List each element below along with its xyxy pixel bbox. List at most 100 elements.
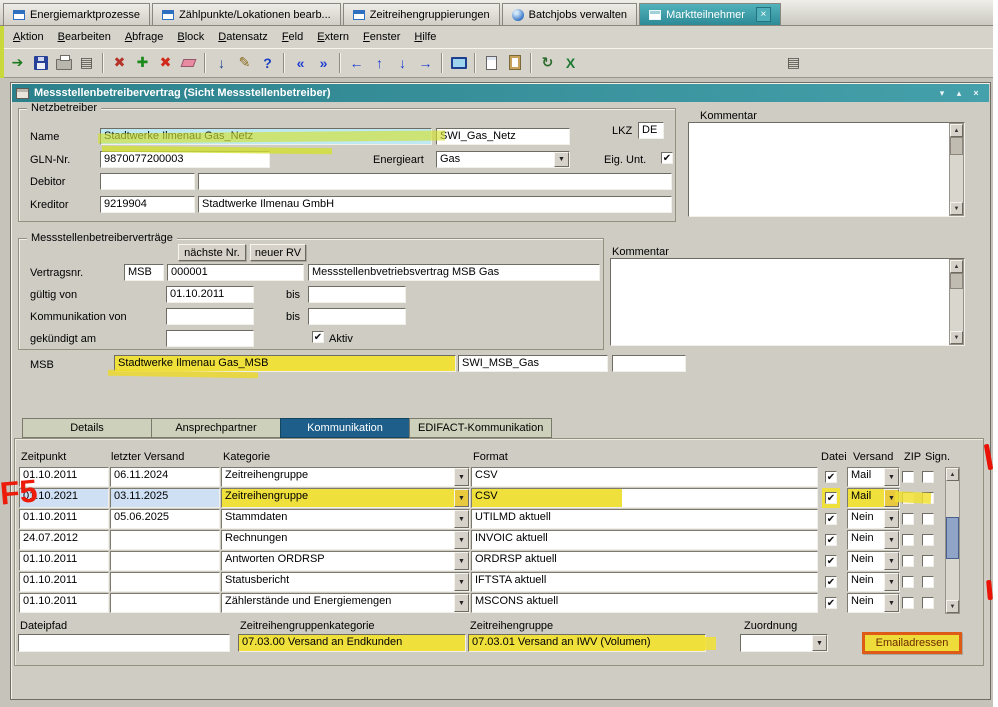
vertrags-bezeichnung-input[interactable]: Messstellenbvetriebsvertrag MSB Gas	[308, 264, 600, 281]
zip-checkbox[interactable]	[902, 597, 914, 609]
grid-cell-kategorie-dropdown[interactable]: Statusbericht▼	[221, 572, 470, 592]
zip-checkbox[interactable]	[902, 471, 914, 483]
grid-cell-format[interactable]: INVOIC aktuell	[471, 530, 818, 550]
grid-cell-kategorie-dropdown[interactable]: Antworten ORDRSP▼	[221, 551, 470, 571]
tab-edifact-kommunikation[interactable]: EDIFACT-Kommunikation	[409, 418, 552, 438]
grid-cell-letzter-versand[interactable]	[110, 530, 220, 550]
lkz-input[interactable]: DE	[638, 122, 664, 139]
grid-cell-kategorie-dropdown[interactable]: Stammdaten▼	[221, 509, 470, 529]
grid-cell-versand-dropdown[interactable]: Mail▼	[847, 467, 900, 487]
scroll-thumb[interactable]	[946, 517, 959, 559]
menu-item-datensatz[interactable]: Datensatz	[211, 29, 275, 45]
grid-cell-letzter-versand[interactable]	[110, 551, 220, 571]
chevron-down-icon[interactable]: ▼	[454, 573, 469, 591]
refresh-icon[interactable]: ↻	[536, 52, 559, 74]
emailadressen-button[interactable]: Emailadressen	[862, 632, 962, 654]
sign-checkbox[interactable]	[922, 576, 934, 588]
grid-cell-versand-dropdown[interactable]: Nein▼	[847, 551, 900, 571]
grid-cell-format[interactable]: UTILMD aktuell	[471, 509, 818, 529]
menu-item-extern[interactable]: Extern	[310, 29, 356, 45]
menu-item-abfrage[interactable]: Abfrage	[118, 29, 171, 45]
scroll-down-icon[interactable]: ▼	[950, 331, 963, 344]
grid-cell-format[interactable]: ORDRSP aktuell	[471, 551, 818, 571]
datei-checkbox[interactable]: ✔	[825, 576, 837, 588]
tab-ansprechpartner[interactable]: Ansprechpartner	[151, 418, 280, 438]
datei-checkbox[interactable]: ✔	[825, 597, 837, 609]
energieart-dropdown[interactable]: Gas ▼	[436, 151, 570, 168]
clear-record-icon[interactable]	[177, 52, 200, 74]
msb-name-input[interactable]: Stadtwerke Ilmenau Gas_MSB	[114, 355, 456, 372]
chevron-down-icon[interactable]: ▼	[884, 531, 899, 549]
edit-icon[interactable]: ✎	[233, 52, 256, 74]
scroll-track[interactable]	[946, 481, 959, 600]
grid-cell-kategorie-dropdown[interactable]: Zeitreihengruppe▼	[221, 488, 470, 508]
delete-record-icon[interactable]: ✖	[154, 52, 177, 74]
next-record-icon[interactable]: →	[414, 52, 437, 74]
excel-icon[interactable]: X	[559, 52, 582, 74]
chevron-down-icon[interactable]: ▼	[454, 552, 469, 570]
window-titlebar[interactable]: Messstellenbetreibervertrag (Sicht Messs…	[12, 84, 989, 102]
scroll-down-icon[interactable]: ▼	[950, 202, 963, 215]
scroll-track[interactable]	[950, 273, 963, 331]
grid-cell-letzter-versand[interactable]: 05.06.2025	[110, 509, 220, 529]
grid-cell-letzter-versand[interactable]	[110, 593, 220, 613]
sign-checkbox[interactable]	[922, 597, 934, 609]
report-icon[interactable]: ▤	[75, 52, 98, 74]
mdi-tab-energiemarktprozesse[interactable]: Energiemarktprozesse	[3, 3, 150, 25]
grid-cell-kategorie-dropdown[interactable]: Zeitreihengruppe▼	[221, 467, 470, 487]
scroll-track[interactable]	[950, 137, 963, 202]
clipboard-icon[interactable]	[503, 52, 526, 74]
grid-cell-zeitpunkt[interactable]: 01.10.2011	[19, 509, 109, 529]
window-close-icon[interactable]: ×	[969, 87, 983, 99]
dateipfad-input[interactable]	[18, 634, 230, 652]
datei-checkbox[interactable]: ✔	[825, 471, 837, 483]
gueltig-bis-input[interactable]	[308, 286, 406, 303]
netzbetreiber-kommentar-textarea[interactable]: ▲ ▼	[688, 122, 965, 217]
chevron-down-icon[interactable]: ▼	[884, 552, 899, 570]
grid-scrollbar[interactable]: ▲ ▼	[945, 467, 960, 614]
gekuendigt-am-input[interactable]	[166, 330, 254, 347]
zip-checkbox[interactable]	[902, 555, 914, 567]
grid-cell-versand-dropdown[interactable]: Mail▼	[847, 488, 900, 508]
netzbetreiber-code-input[interactable]: SWI_Gas_Netz	[436, 128, 570, 145]
zip-checkbox[interactable]	[902, 513, 914, 525]
up-record-icon[interactable]: ↑	[368, 52, 391, 74]
sign-checkbox[interactable]	[922, 471, 934, 483]
debitor-nr-input[interactable]	[100, 173, 195, 190]
grid-cell-format[interactable]: CSV	[471, 488, 818, 508]
scroll-thumb[interactable]	[950, 137, 963, 155]
zip-checkbox[interactable]	[902, 492, 914, 504]
mdi-tab-zeitreihengruppierungen[interactable]: Zeitreihengruppierungen	[343, 3, 500, 25]
grid-cell-versand-dropdown[interactable]: Nein▼	[847, 530, 900, 550]
grid-cell-format[interactable]: IFTSTA aktuell	[471, 572, 818, 592]
grid-cell-versand-dropdown[interactable]: Nein▼	[847, 509, 900, 529]
tab-details[interactable]: Details	[22, 418, 151, 438]
scroll-up-icon[interactable]: ▲	[950, 124, 963, 137]
grid-cell-letzter-versand[interactable]	[110, 572, 220, 592]
document-icon[interactable]	[480, 52, 503, 74]
mdi-tab-marktteilnehmer[interactable]: Marktteilnehmer×	[639, 3, 781, 25]
zuordnung-dropdown[interactable]: ▼	[740, 634, 828, 652]
monitor-icon[interactable]	[447, 52, 470, 74]
grid-cell-zeitpunkt[interactable]: 01.10.2011	[19, 572, 109, 592]
grid-cell-versand-dropdown[interactable]: Nein▼	[847, 593, 900, 613]
datei-checkbox[interactable]: ✔	[825, 555, 837, 567]
scroll-thumb[interactable]	[950, 273, 963, 289]
list-icon[interactable]: ▤	[782, 52, 805, 74]
tab-kommunikation[interactable]: Kommunikation	[280, 418, 409, 438]
chevron-down-icon[interactable]: ▼	[884, 510, 899, 528]
grid-cell-format[interactable]: CSV	[471, 467, 818, 487]
tab-close-icon[interactable]: ×	[756, 7, 771, 22]
menu-item-fenster[interactable]: Fenster	[356, 29, 407, 45]
zip-checkbox[interactable]	[902, 576, 914, 588]
window-minimize-icon[interactable]: ▾	[935, 87, 949, 99]
netzbetreiber-name-input[interactable]: Stadtwerke Ilmenau Gas_Netz	[100, 128, 432, 145]
save-icon[interactable]	[29, 52, 52, 74]
scroll-up-icon[interactable]: ▲	[946, 468, 959, 481]
mdi-tab-zählpunkte-lokationen-bearb[interactable]: Zählpunkte/Lokationen bearb...	[152, 3, 341, 25]
menu-item-block[interactable]: Block	[170, 29, 211, 45]
scrollbar[interactable]: ▲ ▼	[949, 259, 964, 345]
exit-icon[interactable]: ➔	[6, 52, 29, 74]
eig-unt-checkbox[interactable]: ✔	[661, 152, 673, 164]
kreditor-name-input[interactable]: Stadtwerke Ilmenau GmbH	[198, 196, 672, 213]
